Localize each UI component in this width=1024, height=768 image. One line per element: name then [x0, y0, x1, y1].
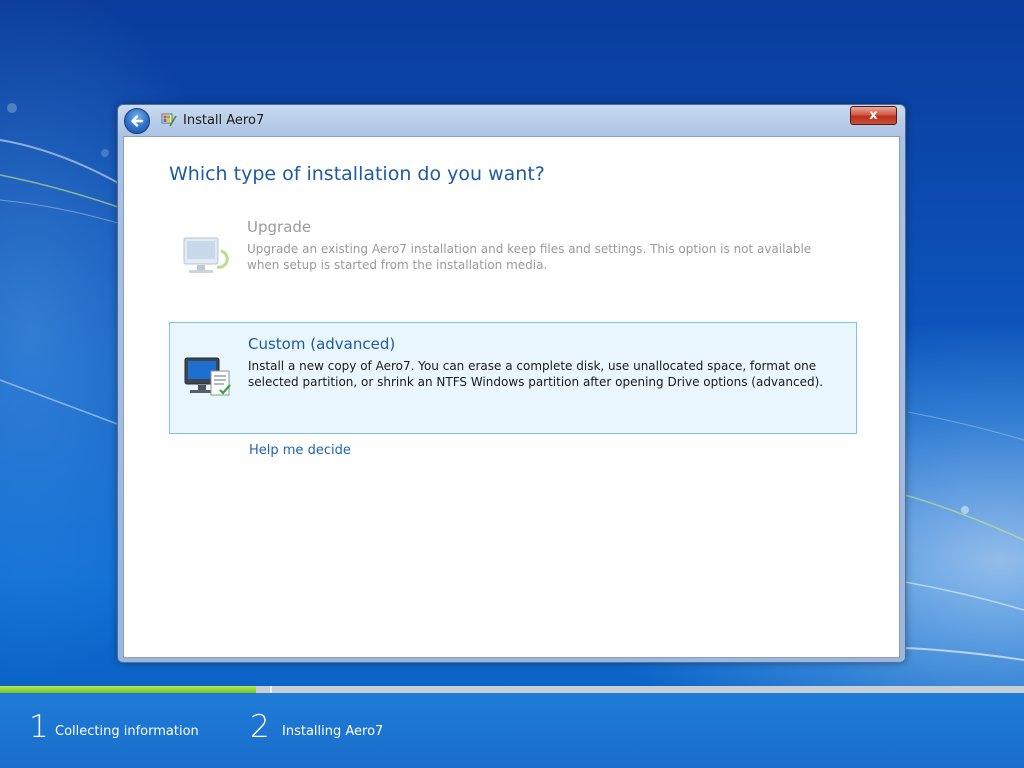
upgrade-option: Upgrade Upgrade an existing Aero7 instal…	[169, 215, 857, 287]
custom-option[interactable]: Custom (advanced) Install a new copy of …	[169, 322, 857, 434]
progress-step-divider	[270, 686, 272, 693]
upgrade-description: Upgrade an existing Aero7 installation a…	[247, 242, 812, 272]
progress-fill	[0, 686, 256, 693]
step-number: 2	[250, 709, 270, 745]
back-arrow-icon	[131, 115, 144, 127]
step-number: 1	[29, 709, 49, 745]
setup-app-icon	[161, 113, 177, 127]
step-label: Installing Aero7	[282, 724, 384, 739]
back-button[interactable]	[124, 108, 150, 134]
setup-steps-footer: 1 Collecting information 2 Installing Ae…	[0, 693, 1024, 768]
computer-upgrade-icon	[183, 237, 229, 273]
custom-description: Install a new copy of Aero7. You can era…	[248, 359, 824, 389]
page-heading: Which type of installation do you want?	[169, 163, 545, 185]
progress-bar	[0, 686, 1024, 693]
step-label: Collecting information	[55, 724, 199, 739]
content-area: Which type of installation do you want? …	[123, 136, 900, 658]
close-icon: x	[869, 108, 878, 123]
window-title: Install Aero7	[183, 113, 265, 128]
custom-title: Custom (advanced)	[248, 335, 396, 353]
installer-window: Install Aero7 x Which type of installati…	[117, 104, 906, 663]
title-bar[interactable]: Install Aero7 x	[118, 105, 905, 135]
close-button[interactable]: x	[850, 106, 897, 125]
upgrade-title: Upgrade	[247, 218, 312, 236]
help-me-decide-link[interactable]: Help me decide	[249, 443, 351, 458]
computer-custom-icon	[184, 357, 231, 396]
